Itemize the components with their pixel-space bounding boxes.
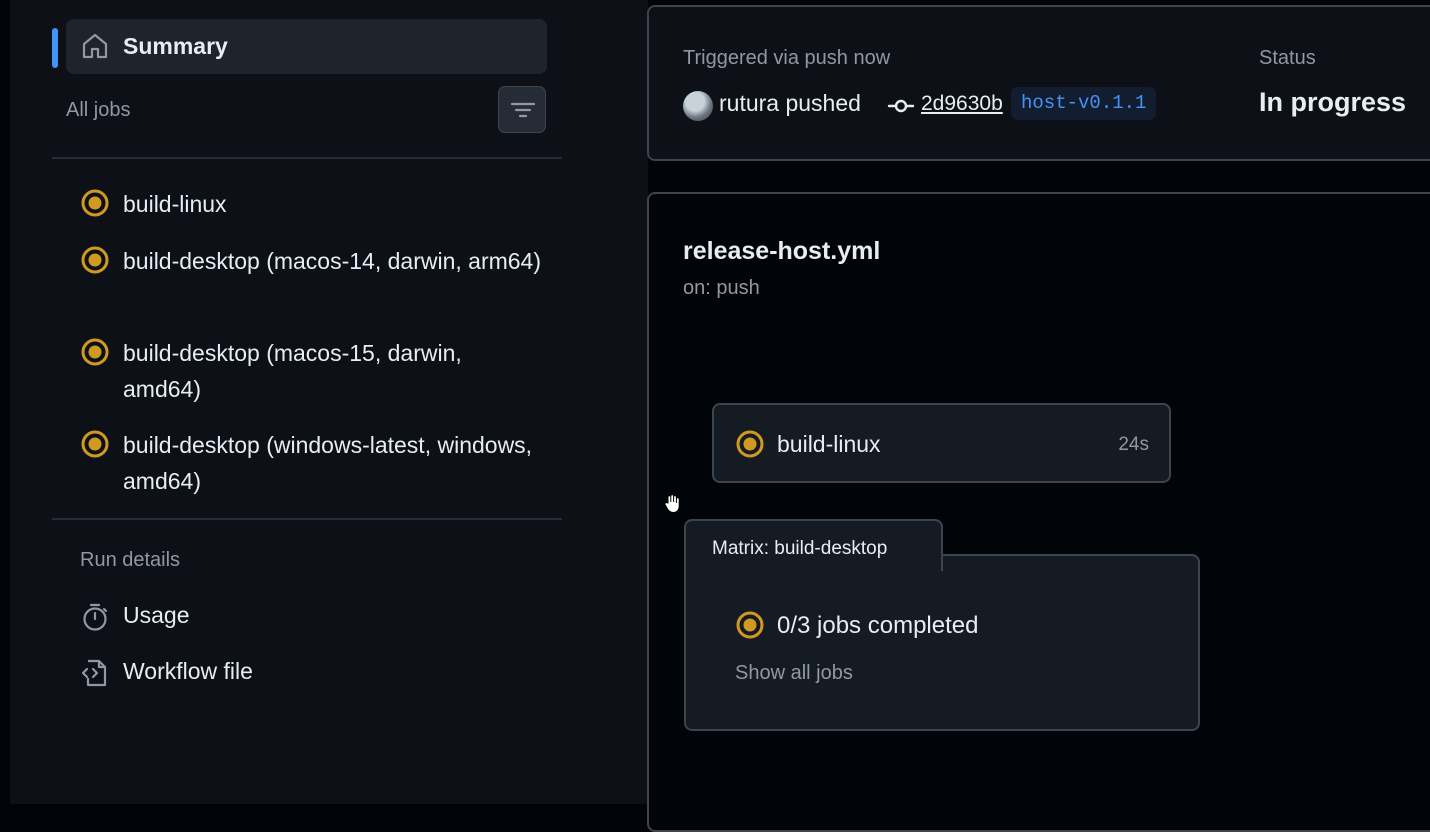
divider <box>52 518 562 520</box>
in-progress-icon <box>81 246 109 274</box>
status-value: In progress <box>1259 87 1407 117</box>
sidebar-item-summary[interactable]: Summary <box>66 19 547 74</box>
filter-button[interactable] <box>498 86 546 133</box>
divider <box>52 157 562 159</box>
home-icon <box>82 33 108 59</box>
in-progress-icon <box>81 430 109 458</box>
sidebar-item-workflow-file[interactable]: Workflow file <box>80 655 480 691</box>
job-item-build-desktop-macos-15[interactable]: build-desktop (macos-15, darwin, amd64) <box>80 335 540 407</box>
job-name: build-desktop (macos-15, darwin, amd64) <box>123 340 462 402</box>
hand-cursor-icon <box>664 494 680 514</box>
job-name: build-linux <box>123 191 227 217</box>
workflow-file-label: Workflow file <box>123 658 253 684</box>
matrix-build-desktop[interactable]: 0/3 jobs completed Show all jobs <box>684 554 1200 731</box>
run-summary-panel <box>647 5 1430 161</box>
left-edge <box>0 0 10 804</box>
job-name: build-desktop (macos-14, darwin, arm64) <box>123 248 542 274</box>
stopwatch-icon <box>83 603 108 631</box>
file-code-icon <box>81 659 107 687</box>
triggered-label: Triggered via push now <box>683 47 891 69</box>
workflow-graph-panel <box>647 192 1430 832</box>
in-progress-icon <box>736 430 764 458</box>
job-name: build-desktop (windows-latest, windows, … <box>123 432 533 494</box>
sidebar-item-usage[interactable]: Usage <box>80 599 480 635</box>
show-all-jobs-link[interactable]: Show all jobs <box>735 662 853 685</box>
job-duration: 24s <box>1118 434 1149 455</box>
workflow-trigger: on: push <box>683 277 760 299</box>
matrix-tab: Matrix: build-desktop <box>684 519 943 571</box>
job-card-build-linux[interactable]: build-linux 24s <box>712 403 1171 483</box>
usage-label: Usage <box>123 602 190 628</box>
status-label: Status <box>1259 47 1316 69</box>
commit-icon <box>887 99 915 113</box>
job-item-build-desktop-windows[interactable]: build-desktop (windows-latest, windows, … <box>80 427 540 499</box>
pusher-text[interactable]: rutura pushed <box>719 90 861 117</box>
tag-badge[interactable]: host-v0.1.1 <box>1011 87 1157 120</box>
job-card-name: build-linux <box>777 431 881 457</box>
job-item-build-linux[interactable]: build-linux <box>80 186 540 222</box>
sidebar: Summary All jobs build-linux build-deskt… <box>0 0 648 804</box>
in-progress-icon <box>81 338 109 366</box>
active-indicator <box>52 28 58 68</box>
avatar[interactable] <box>683 91 713 121</box>
run-details-heading: Run details <box>80 549 181 571</box>
in-progress-icon <box>736 611 764 639</box>
workflow-file-title[interactable]: release-host.yml <box>683 237 880 266</box>
summary-label: Summary <box>123 33 228 59</box>
all-jobs-heading: All jobs <box>66 99 131 121</box>
matrix-title: Matrix: build-desktop <box>712 538 888 559</box>
filter-icon <box>510 102 536 118</box>
job-item-build-desktop-macos-14[interactable]: build-desktop (macos-14, darwin, arm64) <box>80 243 542 315</box>
in-progress-icon <box>81 189 109 217</box>
matrix-progress: 0/3 jobs completed <box>777 612 979 639</box>
commit-sha-link[interactable]: 2d9630b <box>921 92 1003 116</box>
